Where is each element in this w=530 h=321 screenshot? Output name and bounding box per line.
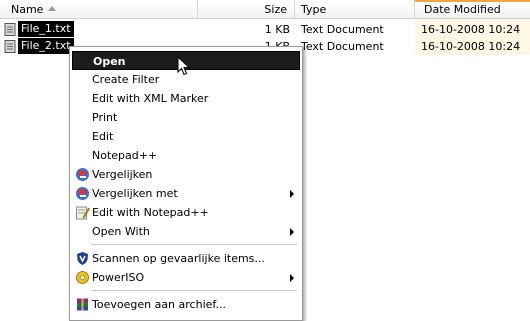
menu-separator xyxy=(91,290,297,291)
menu-item-label: Create Filter xyxy=(92,73,160,86)
context-menu: Open Create Filter Edit with XML Marker … xyxy=(69,46,303,321)
disc-icon xyxy=(76,271,89,284)
file-date: 16-10-2008 10:24 xyxy=(421,40,521,53)
column-header-size-label: Size xyxy=(264,3,287,16)
menu-item-edit[interactable]: Edit xyxy=(72,127,300,146)
menu-item-notepad-plus-plus[interactable]: Notepad++ xyxy=(72,146,300,165)
file-type: Text Document xyxy=(301,23,384,36)
menu-item-edit-with-xml-marker[interactable]: Edit with XML Marker xyxy=(72,89,300,108)
file-name[interactable]: File_2.txt xyxy=(18,38,74,54)
menu-item-label: Edit with XML Marker xyxy=(92,92,209,105)
shield-icon xyxy=(77,252,88,265)
mouse-pointer-icon xyxy=(177,56,191,76)
submenu-arrow-icon xyxy=(290,228,294,236)
menu-item-label: Open xyxy=(93,55,126,68)
file-type: Text Document xyxy=(301,40,384,53)
column-header-date[interactable]: Date Modified xyxy=(415,0,530,18)
sort-ascending-icon xyxy=(48,6,56,11)
menu-item-label: Vergelijken met xyxy=(92,187,178,200)
column-header-type-label: Type xyxy=(301,3,327,16)
column-header-name[interactable]: Name xyxy=(0,0,198,18)
column-header-date-label: Date Modified xyxy=(424,3,501,16)
menu-item-label: Print xyxy=(92,111,118,124)
menu-item-open-with[interactable]: Open With xyxy=(72,222,300,241)
menu-item-label: Notepad++ xyxy=(92,149,158,162)
file-date: 16-10-2008 10:24 xyxy=(421,23,521,36)
compare-icon xyxy=(76,168,89,181)
menu-item-edit-with-notepad-plus-plus[interactable]: Edit with Notepad++ xyxy=(72,203,300,222)
submenu-arrow-icon xyxy=(290,274,294,282)
column-header-name-label: Name xyxy=(11,3,44,16)
compare-icon xyxy=(76,187,89,200)
file-size: 1 KB xyxy=(264,23,290,36)
menu-item-label: Edit xyxy=(92,130,114,143)
menu-item-label: Toevoegen aan archief... xyxy=(92,298,226,311)
text-file-icon xyxy=(4,23,16,36)
menu-item-poweriso[interactable]: PowerISO xyxy=(72,268,300,287)
menu-item-label: PowerISO xyxy=(92,271,145,284)
file-row[interactable]: File_1.txt 1 KB Text Document 16-10-2008… xyxy=(0,21,530,38)
column-header-bar: Name Size Type Date Modified xyxy=(0,0,530,19)
column-header-size[interactable]: Size xyxy=(198,0,295,18)
menu-item-label: Vergelijken xyxy=(92,168,153,181)
menu-item-toevoegen-aan-archief[interactable]: Toevoegen aan archief... xyxy=(72,295,300,314)
file-name[interactable]: File_1.txt xyxy=(18,21,74,37)
menu-separator xyxy=(91,244,297,245)
menu-item-label: Edit with Notepad++ xyxy=(92,206,209,219)
menu-item-label: Scannen op gevaarlijke items... xyxy=(92,252,265,265)
menu-item-label: Open With xyxy=(92,225,150,238)
column-header-type[interactable]: Type xyxy=(295,0,415,18)
archive-icon xyxy=(77,298,88,311)
menu-item-vergelijken[interactable]: Vergelijken xyxy=(72,165,300,184)
menu-item-scannen[interactable]: Scannen op gevaarlijke items... xyxy=(72,249,300,268)
notepad-icon xyxy=(76,206,90,220)
menu-item-vergelijken-met[interactable]: Vergelijken met xyxy=(72,184,300,203)
menu-item-print[interactable]: Print xyxy=(72,108,300,127)
submenu-arrow-icon xyxy=(290,190,294,198)
text-file-icon xyxy=(4,40,16,53)
